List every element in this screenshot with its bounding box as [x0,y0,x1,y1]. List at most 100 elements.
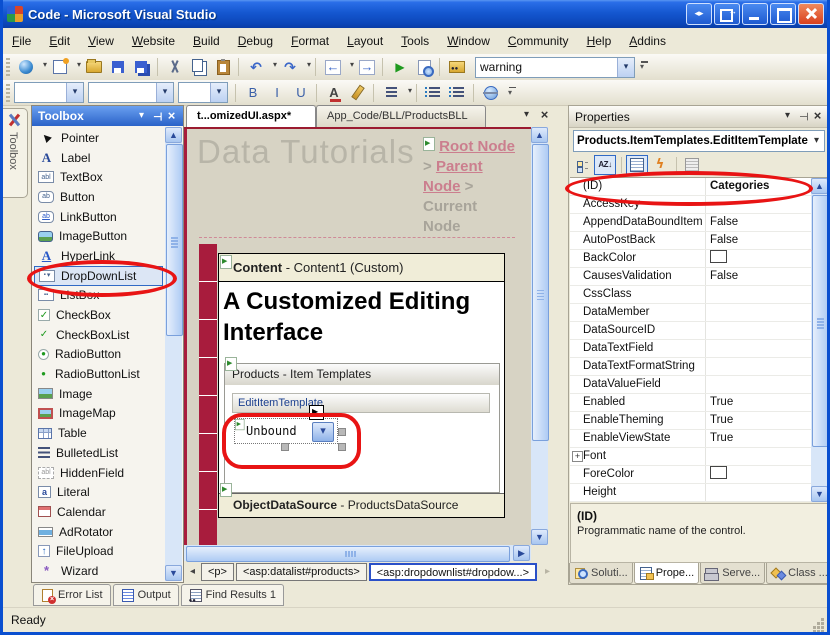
property-row[interactable]: Height [570,484,814,502]
property-value[interactable] [706,196,814,213]
window-position-icon[interactable] [780,109,795,124]
toolbar-button[interactable] [15,56,47,78]
menu-item[interactable]: Format [282,31,338,51]
toolbar-button[interactable]: U [290,82,312,104]
bottom-panel-tab[interactable]: Error List [33,584,111,606]
toolbar-button[interactable] [83,56,105,78]
property-value[interactable]: False [706,268,814,285]
scroll-up-icon[interactable] [531,127,548,143]
object-selector-combobox[interactable]: Products.ItemTemplates.EditItemTemplate [573,130,825,152]
property-row[interactable]: AccessKey [570,196,814,214]
document-tab-active[interactable]: t...omizedUI.aspx* [186,105,316,127]
property-row[interactable]: (ID) Categories [570,178,814,196]
tool-window-tab[interactable]: Prope... [634,563,700,584]
property-row[interactable]: CssClass [570,286,814,304]
scrollbar-thumb[interactable] [532,144,549,441]
dropdown-chevron-icon[interactable] [312,422,334,442]
scroll-up-icon[interactable] [165,127,182,143]
toolbox-item[interactable]: abl HiddenField [34,463,163,483]
property-value[interactable] [706,448,814,465]
property-value[interactable] [706,466,814,483]
bottom-panel-tab[interactable]: Find Results 1 [181,584,284,606]
resize-grip-icon[interactable] [812,617,825,630]
search-combobox[interactable]: warning [475,57,635,78]
minimize-button[interactable] [742,3,768,25]
toolbox-item[interactable]: ab LinkButton [34,207,163,227]
tag-scroll-right-icon[interactable] [541,564,554,580]
breadcrumb-link[interactable]: Root Node [439,138,515,155]
property-value[interactable] [706,250,814,267]
toolbar-button[interactable] [446,56,468,78]
toolbar-button[interactable] [188,56,210,78]
toolbar-button[interactable] [380,82,412,104]
toolbar-button[interactable] [413,56,435,78]
close-icon[interactable] [164,109,179,124]
toolbar-grip[interactable] [6,58,10,76]
toolbox-item[interactable]: Table [34,423,163,443]
menu-item[interactable]: View [79,31,123,51]
toolbar-overflow-icon[interactable] [507,84,519,102]
menu-item[interactable]: Window [438,31,499,51]
scrollbar-thumb[interactable] [812,195,829,447]
property-row[interactable]: CausesValidation False [570,268,814,286]
property-row[interactable]: DataMember [570,304,814,322]
toolbox-item[interactable]: * Wizard [34,561,163,580]
toolbox-header[interactable]: Toolbox [32,106,183,126]
property-value[interactable] [706,376,814,393]
breadcrumb-link[interactable]: Parent Node [423,158,483,195]
toolbar-button[interactable]: ← [322,56,354,78]
toolbox-item[interactable]: ▪ DropDownList [34,266,163,286]
resize-handle[interactable] [338,443,346,451]
window-position-icon[interactable] [134,109,149,124]
toolbox-item[interactable]: ● RadioButton [34,345,163,365]
property-row[interactable]: BackColor [570,250,814,268]
toolbox-item[interactable]: ▶ Pointer [34,128,163,148]
tag-navigator-item[interactable]: <asp:dropdownlist#dropdow...> [369,563,537,581]
close-document-icon[interactable] [537,108,552,123]
toolbox-item[interactable]: Calendar [34,502,163,522]
toolbox-item[interactable]: ImageButton [34,226,163,246]
combobox-dropdown-icon[interactable] [66,83,83,102]
smart-tag-icon[interactable] [309,405,324,420]
resize-handle[interactable] [281,443,289,451]
auto-hide-pin-icon[interactable] [795,109,810,124]
scrollbar-thumb[interactable] [186,546,510,562]
scrollbar-thumb[interactable] [166,144,183,336]
document-tab[interactable]: App_Code/BLL/ProductsBLL [316,105,486,127]
property-row[interactable]: DataTextField [570,340,814,358]
toolbar-button[interactable]: → [356,56,378,78]
toolbar-grip[interactable] [6,84,10,102]
toolbar-button[interactable] [447,82,469,104]
toolbox-item[interactable]: ● RadioButtonList [34,364,163,384]
property-row[interactable]: Font [570,448,814,466]
toolbox-item[interactable]: abl TextBox [34,167,163,187]
toolbar-button[interactable]: I [266,82,288,104]
title-bar[interactable]: Code - Microsoft Visual Studio [0,0,830,28]
toolbar-overflow-icon[interactable] [639,58,651,76]
alphabetical-button[interactable]: AZ↓ [594,155,616,175]
close-icon[interactable] [810,109,825,124]
property-value[interactable]: Categories [706,178,814,195]
menu-item[interactable]: Community [499,31,578,51]
events-button[interactable]: ϟ [649,155,671,175]
property-row[interactable]: DataTextFormatString [570,358,814,376]
property-row[interactable]: DataValueField [570,376,814,394]
categorized-button[interactable] [571,155,593,175]
scroll-down-icon[interactable] [811,486,828,502]
scroll-up-icon[interactable] [811,178,828,194]
property-row[interactable]: AutoPostBack False [570,232,814,250]
scroll-down-icon[interactable] [165,565,182,581]
font-name-combobox[interactable] [88,82,174,103]
property-value[interactable] [706,358,814,375]
window-popout-button[interactable] [714,3,740,25]
toolbox-item[interactable]: ab Button [34,187,163,207]
toolbox-item[interactable]: ImageMap [34,404,163,424]
designer-horizontal-scrollbar[interactable] [184,545,531,561]
tool-window-tab[interactable]: Serve... [700,563,765,584]
menu-item[interactable]: File [3,31,40,51]
tag-navigator-item[interactable]: <asp:datalist#products> [236,563,367,581]
window-nav-button[interactable] [686,3,712,25]
property-value[interactable] [706,286,814,303]
resize-handle[interactable] [338,428,346,436]
toolbox-item[interactable]: BulletedList [34,443,163,463]
